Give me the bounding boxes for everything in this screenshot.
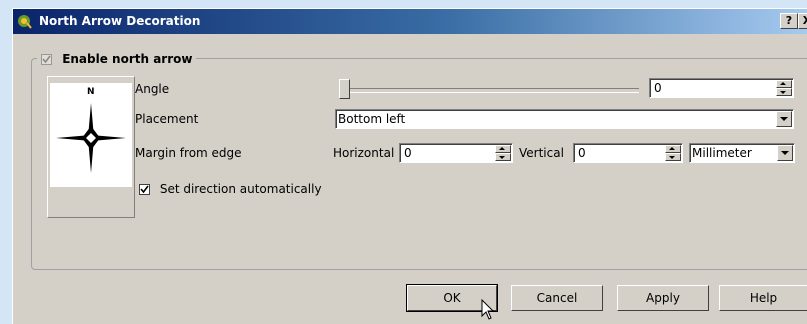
dialog-window: North Arrow Decoration ? X Enable north … bbox=[12, 8, 807, 324]
angle-spinbox[interactable]: 0 bbox=[649, 78, 794, 98]
vertical-down-arrow-icon[interactable] bbox=[665, 153, 681, 161]
mouse-pointer-icon bbox=[481, 299, 495, 320]
horizontal-up-arrow-icon[interactable] bbox=[495, 145, 511, 153]
vertical-margin-spinbox[interactable]: 0 bbox=[573, 143, 683, 163]
placement-label: Placement bbox=[135, 112, 199, 126]
cancel-button[interactable]: Cancel bbox=[511, 285, 603, 311]
placement-value: Bottom left bbox=[338, 112, 406, 126]
enable-north-arrow-checkbox[interactable]: Enable north arrow bbox=[37, 50, 197, 68]
apply-button[interactable]: Apply bbox=[617, 285, 709, 311]
north-arrow-icon bbox=[56, 103, 126, 173]
set-direction-label: Set direction automatically bbox=[159, 182, 322, 196]
placement-dropdown[interactable]: Bottom left bbox=[335, 109, 794, 129]
angle-slider-track[interactable] bbox=[339, 88, 639, 93]
horizontal-margin-value: 0 bbox=[404, 146, 412, 160]
close-title-button[interactable]: X bbox=[798, 13, 807, 29]
unit-dropdown[interactable]: Millimeter bbox=[689, 143, 795, 163]
set-direction-checkbox[interactable]: Set direction automatically bbox=[139, 179, 322, 199]
placement-chevron-down-icon[interactable] bbox=[776, 111, 792, 127]
enable-checkbox-box[interactable] bbox=[41, 54, 52, 65]
vertical-up-arrow-icon[interactable] bbox=[665, 145, 681, 153]
margin-label: Margin from edge bbox=[135, 146, 242, 160]
angle-down-arrow-icon[interactable] bbox=[776, 88, 792, 96]
angle-slider-handle[interactable] bbox=[339, 79, 350, 99]
help-title-button[interactable]: ? bbox=[780, 13, 798, 29]
north-arrow-preview: N bbox=[47, 76, 135, 218]
horizontal-down-arrow-icon[interactable] bbox=[495, 153, 511, 161]
angle-spin-buttons[interactable] bbox=[776, 80, 792, 96]
vertical-label: Vertical bbox=[519, 146, 564, 160]
horizontal-label: Horizontal bbox=[333, 146, 395, 160]
window-title: North Arrow Decoration bbox=[39, 14, 201, 28]
horizontal-margin-spinbox[interactable]: 0 bbox=[399, 143, 513, 163]
set-direction-checkbox-box[interactable] bbox=[139, 184, 150, 195]
preview-canvas: N bbox=[50, 83, 132, 187]
horizontal-spin-buttons[interactable] bbox=[495, 145, 511, 161]
vertical-spin-buttons[interactable] bbox=[665, 145, 681, 161]
unit-chevron-down-icon[interactable] bbox=[777, 145, 793, 161]
unit-value: Millimeter bbox=[692, 146, 752, 160]
angle-value: 0 bbox=[654, 81, 662, 95]
angle-up-arrow-icon[interactable] bbox=[776, 80, 792, 88]
angle-label: Angle bbox=[135, 82, 170, 96]
title-bar[interactable]: North Arrow Decoration ? X bbox=[13, 9, 807, 34]
qgis-app-icon bbox=[17, 13, 33, 29]
enable-north-arrow-label: Enable north arrow bbox=[62, 52, 193, 66]
vertical-margin-value: 0 bbox=[578, 146, 586, 160]
help-button[interactable]: Help bbox=[719, 285, 807, 311]
